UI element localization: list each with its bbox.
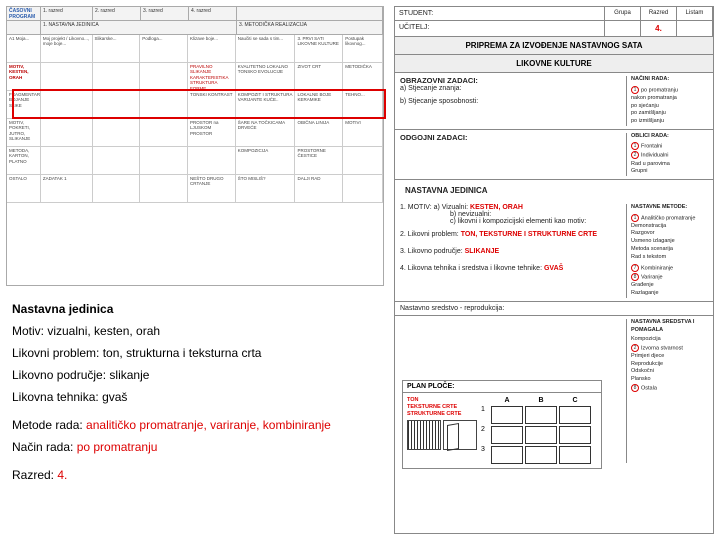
swatch-ton (407, 420, 441, 450)
pomagala-panel: NASTAVNA SREDSTVA I POMAGALA Kompozicija… (626, 319, 708, 463)
metode-panel: NASTAVNE METODE: 1Analitičko promatranje… (626, 204, 708, 298)
nastavna-jedinica-head: NASTAVNA JEDINICA (400, 183, 708, 198)
summary-text: Nastavna jedinica Motiv: vizualni, keste… (12, 300, 382, 488)
grade-number: 4. (641, 21, 677, 36)
oblici-rada-panel: OBLICI RADA: 1Frontalni 2Individualni Ra… (626, 133, 708, 176)
form-title-1: PRIPREMA ZA IZVOĐENJE NASTAVNOG SATA (395, 37, 713, 55)
swatch-texture (443, 420, 477, 450)
plan-labels: TON TEKSTURNE CRTE STRUKTURNE CRTE (407, 397, 477, 418)
plan-grid: ABC 1 2 3 (477, 397, 591, 464)
header-main: ČASOVNI PROGRAM (7, 7, 41, 20)
teacher-label: UČITELJ: (395, 21, 605, 36)
student-label: STUDENT: (395, 7, 605, 20)
form-title-2: LIKOVNE KULTURE (395, 55, 713, 73)
summary-title: Nastavna jedinica (12, 300, 382, 318)
nacini-rada-panel: NAČINI RADA: 1po promatranju nakon proma… (626, 76, 708, 126)
plan-ploce: PLAN PLOČE: TON TEKSTURNE CRTE STRUKTURN… (402, 380, 602, 469)
curriculum-table: ČASOVNI PROGRAM 1. razred 2. razred 3. r… (6, 6, 384, 286)
